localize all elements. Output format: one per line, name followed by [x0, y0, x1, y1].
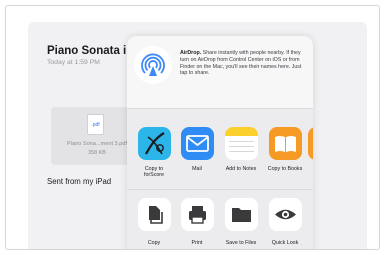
- action-label: Print: [191, 240, 203, 246]
- action-label: Save to Files: [225, 240, 257, 246]
- airdrop-section: AirDrop. Share instantly with people nea…: [127, 36, 313, 108]
- airdrop-icon[interactable]: [133, 45, 173, 85]
- action-copy[interactable]: Copy: [132, 198, 176, 246]
- action-print[interactable]: Print: [175, 198, 219, 246]
- folder-icon: [224, 198, 258, 231]
- ipad-screen: Piano Sonata in C Today at 1:59 PM .pdf …: [28, 22, 367, 249]
- app-label: Add to Notes: [225, 166, 257, 172]
- app-notes[interactable]: Add to Notes: [219, 127, 263, 172]
- print-icon: [180, 198, 214, 231]
- forscore-icon: [137, 127, 171, 160]
- partial-app-icon: [308, 127, 313, 160]
- signature-text: Sent from my iPad: [47, 177, 112, 186]
- app-row: Copy to forScore Mail Add to Notes Copy …: [127, 109, 313, 189]
- app-forscore[interactable]: Copy to forScore: [132, 127, 176, 178]
- action-row: Copy Print Save to Files Quick Look: [127, 190, 313, 249]
- airdrop-description: AirDrop. Share instantly with people nea…: [180, 50, 306, 77]
- action-label: Copy: [147, 240, 161, 246]
- message-date: Today at 1:59 PM: [47, 59, 100, 66]
- mail-icon: [180, 127, 214, 160]
- window-frame: Piano Sonata in C Today at 1:59 PM .pdf …: [5, 5, 380, 250]
- notes-icon: [224, 127, 258, 160]
- action-quick-look[interactable]: Quick Look: [263, 198, 307, 246]
- pdf-file-icon: .pdf: [87, 114, 104, 135]
- pdf-ext-label: .pdf: [91, 122, 100, 128]
- books-icon: [268, 127, 302, 160]
- copy-icon: [137, 198, 171, 231]
- eye-icon: [268, 198, 302, 231]
- app-books[interactable]: Copy to Books: [263, 127, 307, 172]
- app-label: Mail: [192, 166, 202, 172]
- airdrop-heading: AirDrop.: [180, 50, 202, 56]
- app-label: Copy to forScore: [143, 166, 165, 179]
- app-label: Copy to Books: [267, 166, 303, 172]
- share-sheet: AirDrop. Share instantly with people nea…: [127, 36, 313, 249]
- action-save-to-files[interactable]: Save to Files: [219, 198, 263, 246]
- app-mail[interactable]: Mail: [175, 127, 219, 172]
- action-label: Quick Look: [271, 240, 299, 246]
